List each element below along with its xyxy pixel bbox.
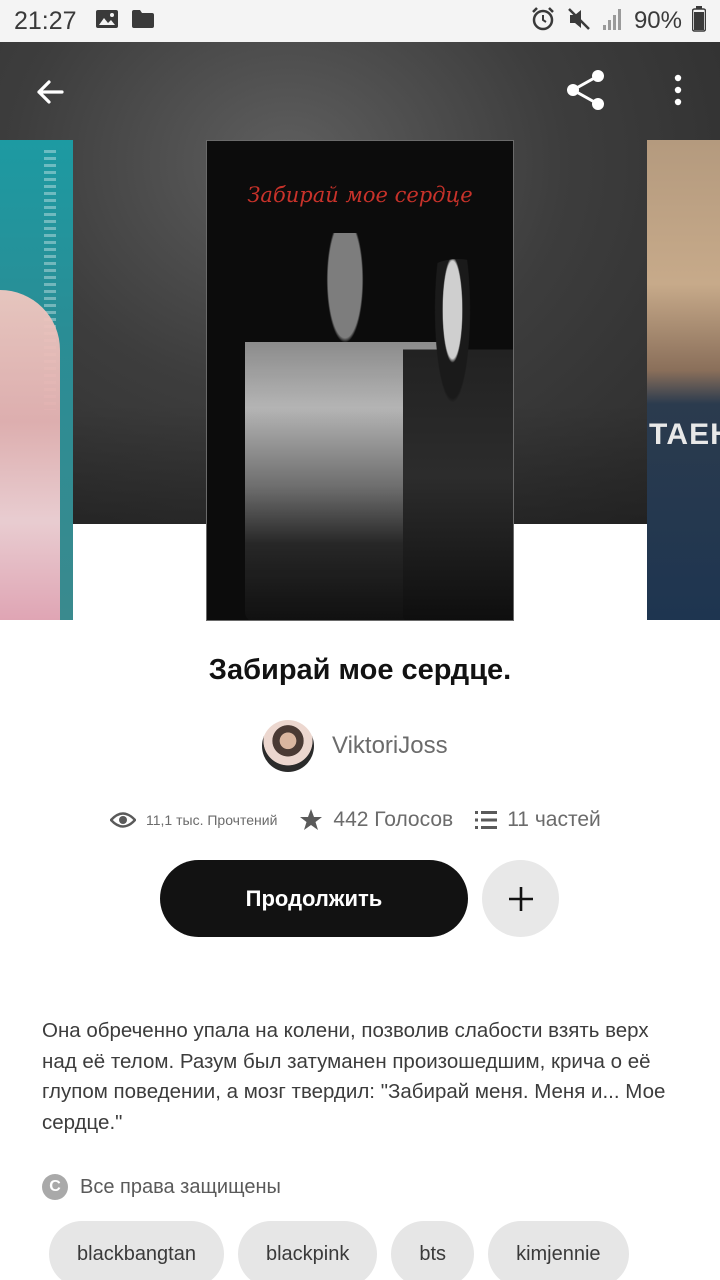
copyright-notice: C Все права защищены [42,1172,281,1202]
add-to-library-button[interactable] [482,860,559,937]
author-name: ViktoriJoss [332,732,448,759]
parts-count: 11 частей [507,808,601,831]
author-link[interactable]: ViktoriJoss [262,718,448,774]
star-icon [300,809,323,830]
mute-icon [566,6,592,37]
cover-next[interactable]: ТАЕНУ [647,140,720,620]
share-button[interactable] [558,62,614,118]
reads-stat: 11,1 тыс. Прочтений [110,811,277,829]
more-vertical-icon [674,74,682,106]
eye-icon [110,812,136,828]
votes-stat: 442 Голосов [299,808,453,832]
list-icon [475,811,498,829]
alarm-icon [530,6,556,37]
copyright-text: Все права защищены [80,1175,281,1198]
status-time: 21:27 [14,6,77,35]
cover-figure-woman [403,259,513,620]
cover-title-art: Забирай мое сердце [247,183,473,207]
tag-list: blackbangtan blackpink bts kimjennie [49,1221,629,1280]
signal-icon [602,7,624,36]
cover-current[interactable]: Забирай мое сердце [206,140,514,621]
more-options-button[interactable] [650,62,706,118]
avatar [262,720,314,772]
share-icon [567,70,604,110]
arrow-back-icon [37,80,64,104]
folder-icon [131,9,155,34]
image-icon [95,9,119,34]
copyright-icon: C [42,1174,68,1200]
story-description: Она обреченно упала на колени, позволив … [42,1019,666,1134]
battery-percent: 90% [633,7,682,34]
back-button[interactable] [22,64,78,120]
story-title: Забирай мое сердце. [208,654,512,686]
tag-chip[interactable]: bts [391,1221,475,1280]
votes-count: 442 Голосов [333,808,454,831]
parts-stat: 11 частей [475,808,601,832]
battery-icon [691,5,707,37]
continue-reading-button[interactable]: Продолжить [160,860,468,937]
cover-next-text: ТАЕНУ [649,418,720,451]
plus-icon [508,886,533,911]
cover-previous[interactable] [0,140,73,620]
story-stats: 11,1 тыс. Прочтений 442 Голосов 11 часте… [110,802,630,838]
cover-figure [0,290,60,620]
status-bar: 21:27 90% [0,0,720,42]
tag-chip[interactable]: blackbangtan [49,1221,224,1280]
tag-chip[interactable]: kimjennie [488,1221,629,1280]
tag-chip[interactable]: blackpink [237,1221,378,1280]
reads-count: 11,1 тыс. Прочтений [146,812,278,828]
